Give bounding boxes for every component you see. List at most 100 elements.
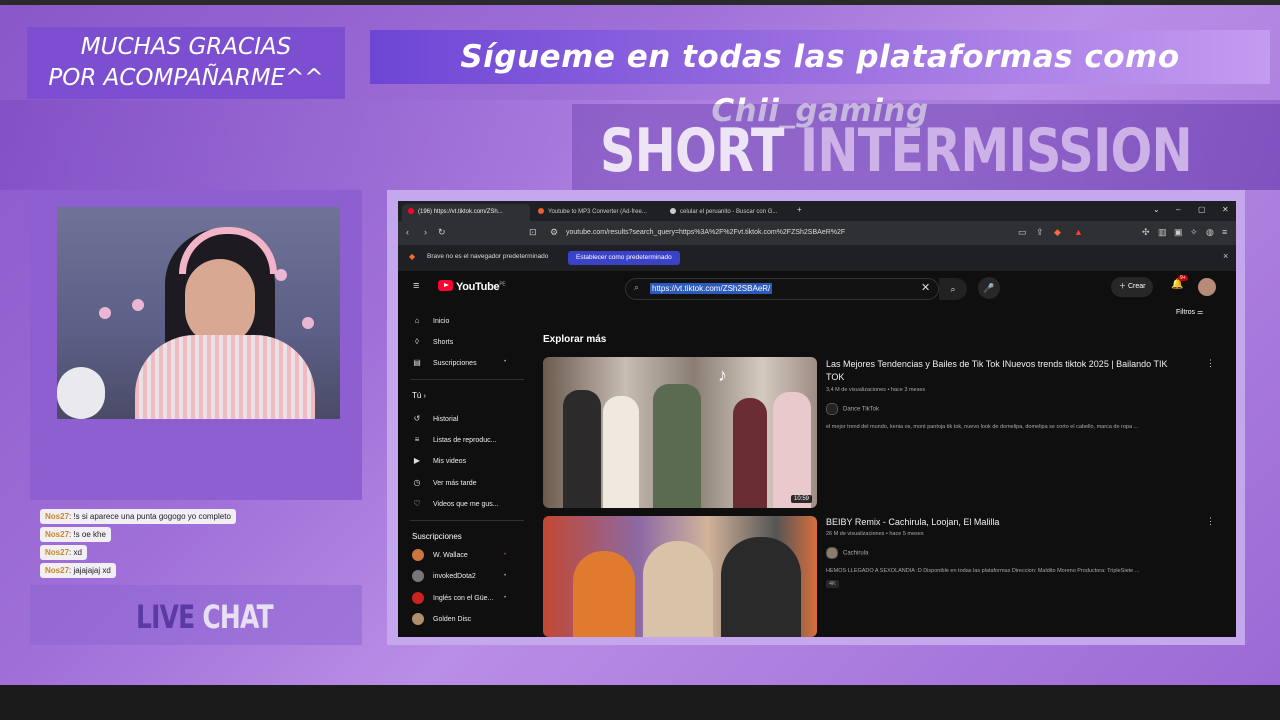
youtube-logo[interactable]: YouTubePE: [438, 280, 506, 293]
video-thumbnail[interactable]: [543, 516, 817, 637]
notifications-bell-icon[interactable]: 🔔 9+: [1171, 275, 1188, 290]
playlist-icon: ≡: [414, 435, 420, 444]
clear-search-icon[interactable]: ✕: [921, 281, 930, 294]
more-options-icon[interactable]: ⋮: [1206, 358, 1215, 369]
bookmark-icon[interactable]: ⊡: [529, 227, 537, 238]
explore-heading: Explorar más: [543, 334, 607, 345]
site-info-icon[interactable]: ⚙: [550, 227, 558, 238]
chevron-right-icon: ›: [423, 393, 426, 400]
video-description: HEMOS LLEGADO A SEXOLANDIA :D Disponible…: [826, 568, 1140, 574]
sidebar-item-liked[interactable]: ♡ Videos que me gus...: [412, 499, 498, 508]
headphones: [179, 227, 277, 274]
infobar-text: Brave no es el navegador predeterminado: [427, 253, 549, 260]
channel-avatar: [826, 547, 838, 559]
brave-shield-icon[interactable]: ◆: [1054, 227, 1061, 238]
wallet-icon[interactable]: ▣: [1174, 227, 1183, 238]
sidebar-sub-item[interactable]: Golden Disc: [412, 613, 471, 625]
browser-window: (196) https://vt.tiktok.com/ZSh... Youtu…: [398, 201, 1236, 637]
video-description: el mejor trend del mundo, kenia os, mont…: [826, 424, 1139, 430]
chat-user: Nos27: [45, 530, 70, 539]
channel-avatar: [412, 592, 424, 604]
rewards-icon[interactable]: ▲: [1074, 227, 1083, 237]
search-button[interactable]: ⌕: [939, 278, 967, 300]
video-channel[interactable]: Cachirula: [826, 547, 868, 559]
sidebar-item-my-videos[interactable]: ▶ Mis videos: [412, 456, 466, 465]
vpn-icon[interactable]: ◍: [1206, 227, 1214, 238]
close-infobar-icon[interactable]: ×: [1223, 251, 1228, 261]
filters-button[interactable]: Filtros ⚌: [1176, 308, 1203, 316]
history-icon: ↺: [413, 414, 421, 423]
avatar[interactable]: [1198, 278, 1216, 296]
sidebar-sub-item[interactable]: invokedDota2: [412, 570, 476, 582]
channel-avatar: [412, 613, 424, 625]
browser-tab[interactable]: (196) https://vt.tiktok.com/ZSh...: [402, 204, 530, 221]
bottom-bar: [0, 685, 1280, 720]
video-thumbnail[interactable]: ♪ 10:59: [543, 357, 817, 508]
sidebar-label: W. Wallace: [433, 551, 468, 559]
url-field[interactable]: youtube.com/results?search_query=https%3…: [566, 225, 1026, 241]
video-channel[interactable]: Dance TikTok: [826, 403, 879, 415]
extensions-icon[interactable]: ✣: [1142, 227, 1150, 238]
create-button[interactable]: ＋ Crear: [1111, 277, 1154, 297]
forward-icon[interactable]: ›: [424, 227, 427, 237]
sidebar-item-inicio[interactable]: ⌂ Inicio: [412, 316, 450, 325]
set-default-button[interactable]: Establecer como predeterminado: [568, 251, 680, 265]
new-content-dot: •: [504, 595, 507, 601]
converter-favicon-icon: [538, 208, 544, 215]
dancer-figure: [653, 384, 701, 508]
chat-overlay: Nos27 : !s si aparece una punta gogogo yo…: [40, 506, 370, 578]
filters-icon: ⚌: [1197, 309, 1204, 316]
browser-tab[interactable]: celular el peruanito - Buscar con G...: [664, 204, 790, 221]
sidebar-sub-item[interactable]: W. Wallace: [412, 549, 468, 561]
video-duration: 10:59: [790, 495, 812, 503]
sidebar-item-watch-later[interactable]: ◷ Ver más tarde: [412, 478, 477, 487]
video-title[interactable]: BEIBY Remix - Cachirula, Loojan, El Mali…: [826, 516, 1186, 529]
panda-plush: [57, 367, 105, 419]
more-options-icon[interactable]: ⋮: [1206, 516, 1215, 527]
sidebar-label: Historial: [433, 416, 459, 423]
sidebar-item-shorts[interactable]: ◊ Shorts: [412, 337, 453, 346]
search-input[interactable]: https://vt.tiktok.com/ZSh2SBAeR/: [650, 283, 773, 294]
shorts-icon: ◊: [415, 337, 419, 346]
address-bar-row: ‹ › ↻ ⊡ ⚙ youtube.com/results?search_que…: [398, 221, 1236, 245]
chat-user: Nos27: [45, 566, 70, 575]
thanks-line-1: MUCHAS GRACIAS: [80, 34, 292, 60]
back-icon[interactable]: ‹: [406, 227, 409, 237]
sidebar-label: Shorts: [433, 339, 454, 346]
dancer-figure: [603, 396, 639, 508]
minimize-button[interactable]: –: [1176, 205, 1180, 214]
reload-icon[interactable]: ↻: [438, 227, 446, 238]
channel-name: Cachirula: [843, 550, 869, 557]
leo-icon[interactable]: ✧: [1190, 227, 1198, 238]
cast-icon[interactable]: ▭: [1018, 227, 1027, 238]
tab-strip: (196) https://vt.tiktok.com/ZSh... Youtu…: [398, 201, 1236, 221]
voice-search-icon[interactable]: 🎤: [978, 277, 1000, 299]
wall-flower: [99, 307, 111, 319]
video-meta: 3,4 M de visualizaciones • hace 3 meses: [826, 387, 926, 393]
chat-message: Nos27: !s oe khe: [40, 527, 111, 542]
sidebar-item-suscripciones[interactable]: ▤ Suscripciones: [412, 358, 476, 367]
search-box[interactable]: ⌕ https://vt.tiktok.com/ZSh2SBAeR/ ✕: [625, 278, 939, 300]
new-tab-button[interactable]: +: [797, 205, 802, 214]
sidebar-item-playlists[interactable]: ≡ Listas de reproduc...: [412, 435, 497, 444]
browser-tab[interactable]: Youtube to MP3 Converter (Ad-free...: [532, 204, 658, 221]
maximize-button[interactable]: ▢: [1198, 205, 1206, 214]
plus-icon: ＋: [1119, 283, 1128, 290]
sidebar-sub-item[interactable]: Inglés con el Güe...: [412, 592, 493, 604]
notification-count: 9+: [1178, 275, 1188, 281]
channel-avatar: [412, 549, 424, 561]
video-title[interactable]: Las Mejores Tendencias y Bailes de Tik T…: [826, 358, 1186, 384]
intermission-title: SHORT INTERMISSION: [600, 118, 1193, 184]
sidebar-you-heading[interactable]: Tú ›: [412, 391, 426, 400]
sidebar-toggle-icon[interactable]: ▥: [1158, 227, 1167, 238]
close-window-button[interactable]: ✕: [1222, 205, 1229, 214]
sidebar-item-historial[interactable]: ↺ Historial: [412, 414, 459, 423]
share-icon[interactable]: ⇪: [1036, 227, 1044, 238]
tab-list-chevron-icon[interactable]: ⌄: [1153, 205, 1160, 214]
sidebar-label: Ver más tarde: [433, 480, 477, 487]
menu-icon[interactable]: ≡: [1222, 227, 1227, 237]
sidebar-label: Inicio: [433, 318, 450, 325]
sidebar-subs-heading: Suscripciones: [412, 532, 462, 541]
chat-text: : !s si aparece una punta gogogo yo comp…: [69, 512, 231, 521]
hamburger-menu-icon[interactable]: ≡: [413, 280, 419, 292]
